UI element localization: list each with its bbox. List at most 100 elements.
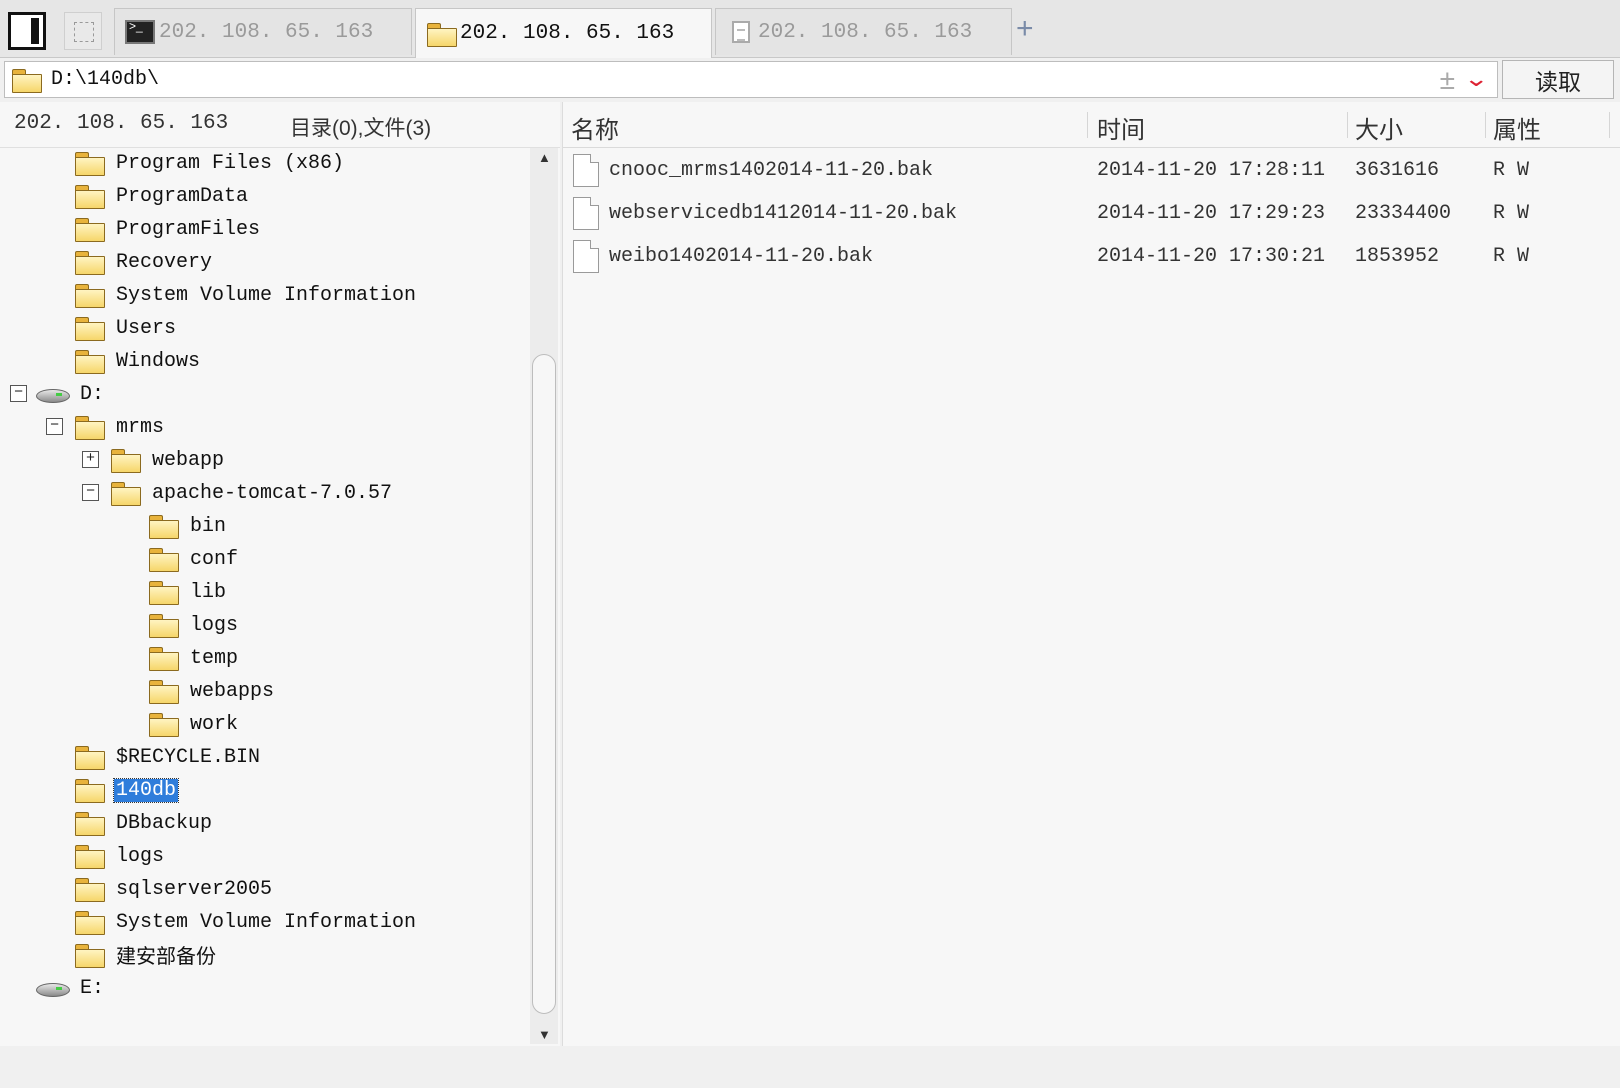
folder-icon — [74, 779, 105, 803]
tree-folder-item[interactable]: ProgramFiles — [74, 214, 262, 244]
expand-icon[interactable]: + — [82, 451, 99, 468]
tab-label: 202. 108. 65. 163 — [159, 20, 374, 44]
tree-item-label: webapps — [190, 679, 275, 703]
folder-icon — [148, 548, 179, 572]
tree-folder-item[interactable]: logs — [74, 841, 166, 871]
file-attributes: R W — [1493, 245, 1530, 268]
chevron-down-icon[interactable]: ⌄ — [1463, 66, 1489, 92]
tab-label: 202. 108. 65. 163 — [460, 22, 675, 45]
tree-folder-item[interactable]: ProgramData — [74, 181, 250, 211]
column-divider[interactable] — [1609, 112, 1610, 138]
folder-icon — [74, 911, 105, 935]
file-time: 2014-11-20 17:29:23 — [1097, 202, 1326, 225]
folder-icon — [148, 515, 179, 539]
tree-item-label: logs — [116, 844, 165, 868]
file-row[interactable]: weibo1402014-11-20.bak 2014-11-20 17:30:2… — [563, 238, 1620, 274]
tree-item-label: Recovery — [116, 250, 213, 274]
tree-scrollbar[interactable]: ▲ ▼ — [530, 148, 558, 1044]
tree-folder-item[interactable]: bin — [148, 511, 228, 541]
tree-folder-item[interactable]: work — [148, 709, 240, 739]
tab-notes[interactable]: 202. 108. 65. 163 — [715, 8, 1012, 55]
tree-item-label: ProgramData — [116, 184, 249, 208]
address-bar: D:\140db\ ± ⌄ 读取 — [0, 59, 1620, 101]
tree-folder-item[interactable]: DBbackup — [74, 808, 214, 838]
column-header-size[interactable]: 大小 — [1355, 110, 1403, 144]
tree-folder-item[interactable]: sqlserver2005 — [74, 874, 274, 904]
tree-folder-item[interactable]: System Volume Information — [74, 280, 418, 310]
folder-icon — [110, 482, 141, 506]
folder-icon — [11, 68, 42, 93]
folder-icon — [74, 218, 105, 242]
tree-folder-item[interactable]: logs — [148, 610, 240, 640]
tree-folder-item[interactable]: + webapp — [82, 445, 226, 475]
collapse-icon[interactable]: − — [46, 418, 63, 435]
tree-folder-item[interactable]: − mrms — [46, 412, 166, 442]
collapse-icon[interactable]: − — [82, 484, 99, 501]
select-region-icon[interactable] — [64, 12, 102, 50]
tree-item-label: Windows — [116, 349, 201, 373]
document-icon — [732, 21, 750, 43]
tree-item-label: 140db — [112, 777, 180, 803]
path-input[interactable]: D:\140db\ ± ⌄ — [4, 61, 1498, 98]
column-header-time[interactable]: 时间 — [1097, 110, 1145, 144]
column-divider[interactable] — [1347, 112, 1348, 138]
file-size: 23334400 — [1355, 202, 1452, 225]
tree-item-label: ProgramFiles — [116, 217, 261, 241]
column-header-attributes[interactable]: 属性 — [1493, 110, 1541, 144]
tree-item-label: D: — [80, 382, 105, 406]
column-divider[interactable] — [1087, 112, 1088, 138]
folder-icon — [74, 944, 105, 968]
tree-folder-item[interactable]: Program Files (x86) — [74, 148, 346, 178]
tab-terminal[interactable]: 202. 108. 65. 163 — [114, 8, 412, 55]
status-strip — [0, 1046, 1620, 1088]
folder-icon — [74, 746, 105, 770]
bookmark-add-icon[interactable]: ± — [1440, 64, 1455, 96]
tree-folder-item[interactable]: lib — [148, 577, 228, 607]
read-button[interactable]: 读取 — [1502, 60, 1614, 99]
tree-folder-item[interactable]: $RECYCLE.BIN — [74, 742, 262, 772]
folder-icon — [74, 878, 105, 902]
tree-folder-item[interactable]: − apache-tomcat-7.0.57 — [82, 478, 394, 508]
scroll-thumb[interactable] — [532, 354, 556, 1014]
file-name: webservicedb1412014-11-20.bak — [609, 202, 958, 225]
file-name: weibo1402014-11-20.bak — [609, 245, 874, 268]
tree-folder-item[interactable]: temp — [148, 643, 240, 673]
tree-folder-item[interactable]: 建安部备份 — [74, 940, 218, 970]
column-divider[interactable] — [1485, 112, 1486, 138]
tree-folder-item[interactable]: conf — [148, 544, 240, 574]
file-time: 2014-11-20 17:28:11 — [1097, 159, 1326, 182]
file-name: cnooc_mrms1402014-11-20.bak — [609, 159, 934, 182]
folder-icon — [74, 845, 105, 869]
scroll-up-icon[interactable]: ▲ — [538, 150, 551, 165]
tab-label: 202. 108. 65. 163 — [758, 20, 973, 44]
tree-folder-item[interactable]: 140db — [74, 775, 180, 805]
folder-icon — [74, 185, 105, 209]
tree-folder-item[interactable]: Users — [74, 313, 178, 343]
folder-icon — [74, 812, 105, 836]
column-header-name[interactable]: 名称 — [571, 110, 619, 144]
folder-icon — [74, 284, 105, 308]
file-row[interactable]: webservicedb1412014-11-20.bak 2014-11-20 … — [563, 195, 1620, 231]
file-row[interactable]: cnooc_mrms1402014-11-20.bak 2014-11-20 17… — [563, 152, 1620, 188]
tree-folder-item[interactable]: webapps — [148, 676, 276, 706]
folder-icon — [74, 251, 105, 275]
collapse-icon[interactable]: − — [10, 385, 27, 402]
tab-file-manager[interactable]: 202. 108. 65. 163 — [415, 8, 712, 58]
tree-folder-item[interactable]: Windows — [74, 346, 202, 376]
tab-bar: 202. 108. 65. 163 202. 108. 65. 163 202.… — [0, 0, 1620, 58]
tree-item-label: $RECYCLE.BIN — [116, 745, 261, 769]
tree-drive-item[interactable]: E: — [36, 973, 106, 1003]
add-tab-button[interactable]: + — [1016, 14, 1034, 44]
tree-item-label: DBbackup — [116, 811, 213, 835]
tree-item-label: Users — [116, 316, 177, 340]
drive-icon — [36, 385, 70, 403]
directory-tree-pane: 202. 108. 65. 163 目录(0),文件(3) Program Fi… — [0, 102, 560, 1046]
tree-drive-item[interactable]: − D: — [10, 379, 106, 409]
host-label: 202. 108. 65. 163 — [14, 112, 229, 135]
scroll-down-icon[interactable]: ▼ — [538, 1027, 551, 1042]
tree-folder-item[interactable]: System Volume Information — [74, 907, 418, 937]
panel-toggle-icon[interactable] — [8, 12, 46, 50]
folder-icon — [74, 317, 105, 341]
tree-item-label: Program Files (x86) — [116, 151, 345, 175]
tree-folder-item[interactable]: Recovery — [74, 247, 214, 277]
